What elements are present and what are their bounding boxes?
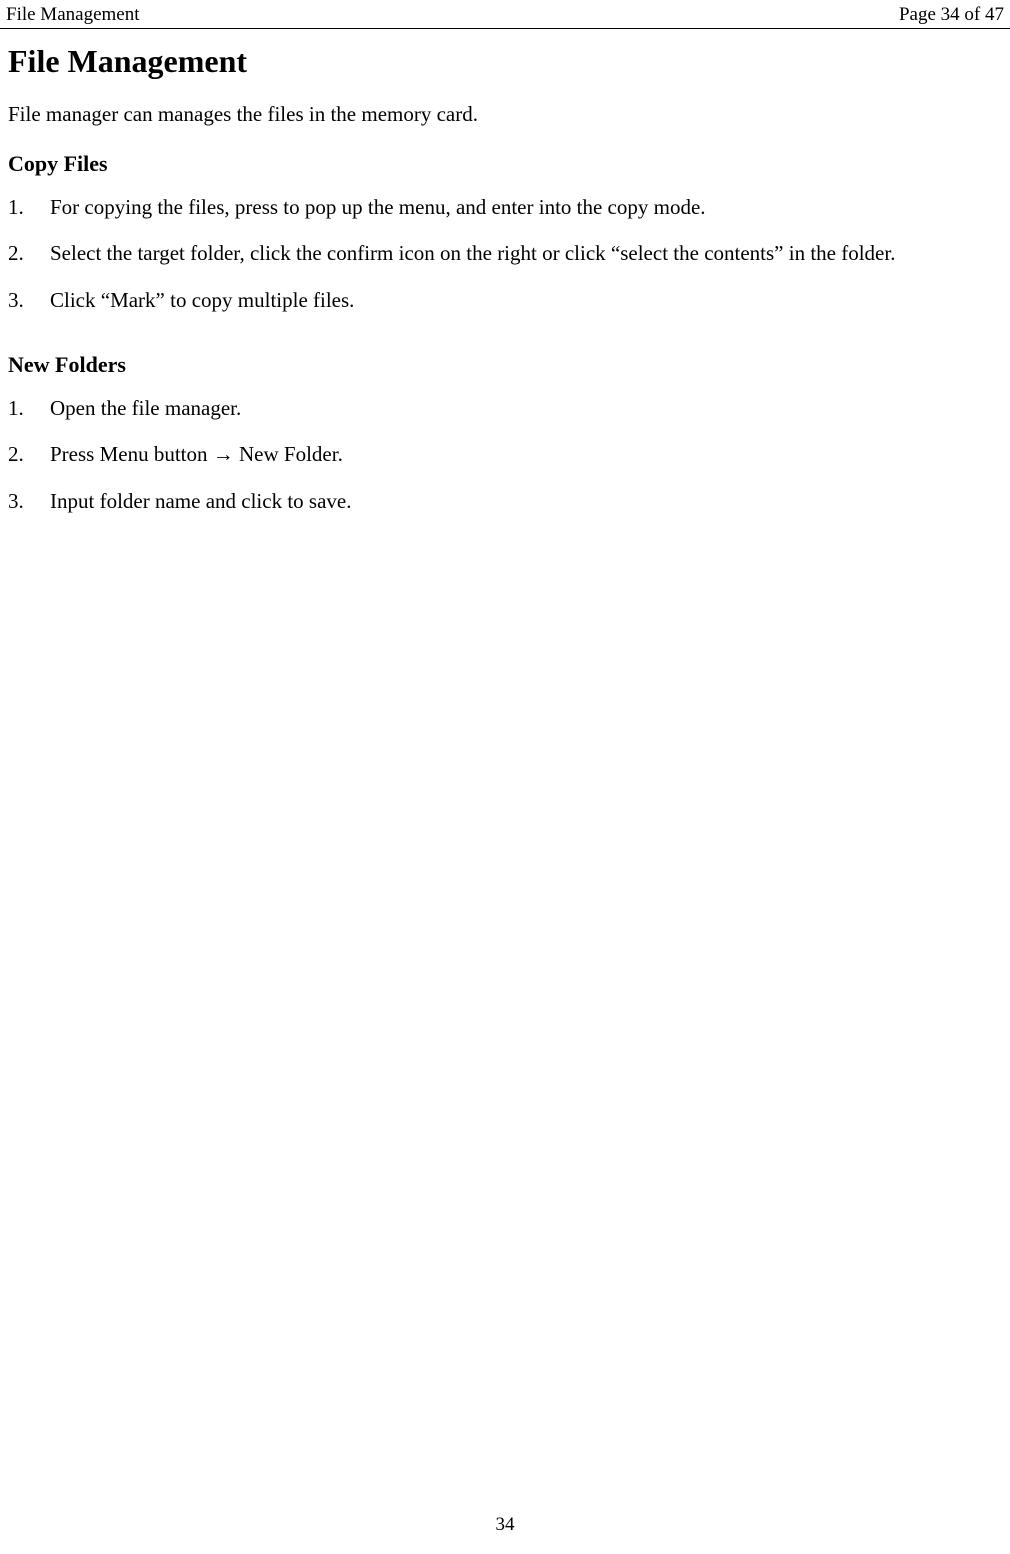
list-item: Select the target folder, click the conf… <box>8 239 1002 267</box>
page-title: File Management <box>8 43 1002 80</box>
list-item: Press Menu button → New Folder. <box>8 440 1002 468</box>
header-title: File Management <box>6 4 140 26</box>
list-item: Open the file manager. <box>8 394 1002 422</box>
section-heading-new-folders: New Folders <box>8 352 1002 378</box>
new-folders-list: Open the file manager. Press Menu button… <box>8 394 1002 515</box>
copy-files-list: For copying the files, press to pop up t… <box>8 193 1002 314</box>
intro-paragraph: File manager can manages the files in th… <box>8 102 1002 127</box>
list-item: Input folder name and click to save. <box>8 487 1002 515</box>
page-footer: 34 <box>0 1514 1010 1536</box>
section-heading-copy-files: Copy Files <box>8 151 1002 177</box>
list-item: For copying the files, press to pop up t… <box>8 193 1002 221</box>
header-page-info: Page 34 of 47 <box>899 4 1004 26</box>
list-item: Click “Mark” to copy multiple files. <box>8 286 1002 314</box>
footer-page-number: 34 <box>496 1514 515 1535</box>
page-header: File Management Page 34 of 47 <box>0 0 1010 29</box>
page-content: File Management File manager can manages… <box>0 29 1010 515</box>
